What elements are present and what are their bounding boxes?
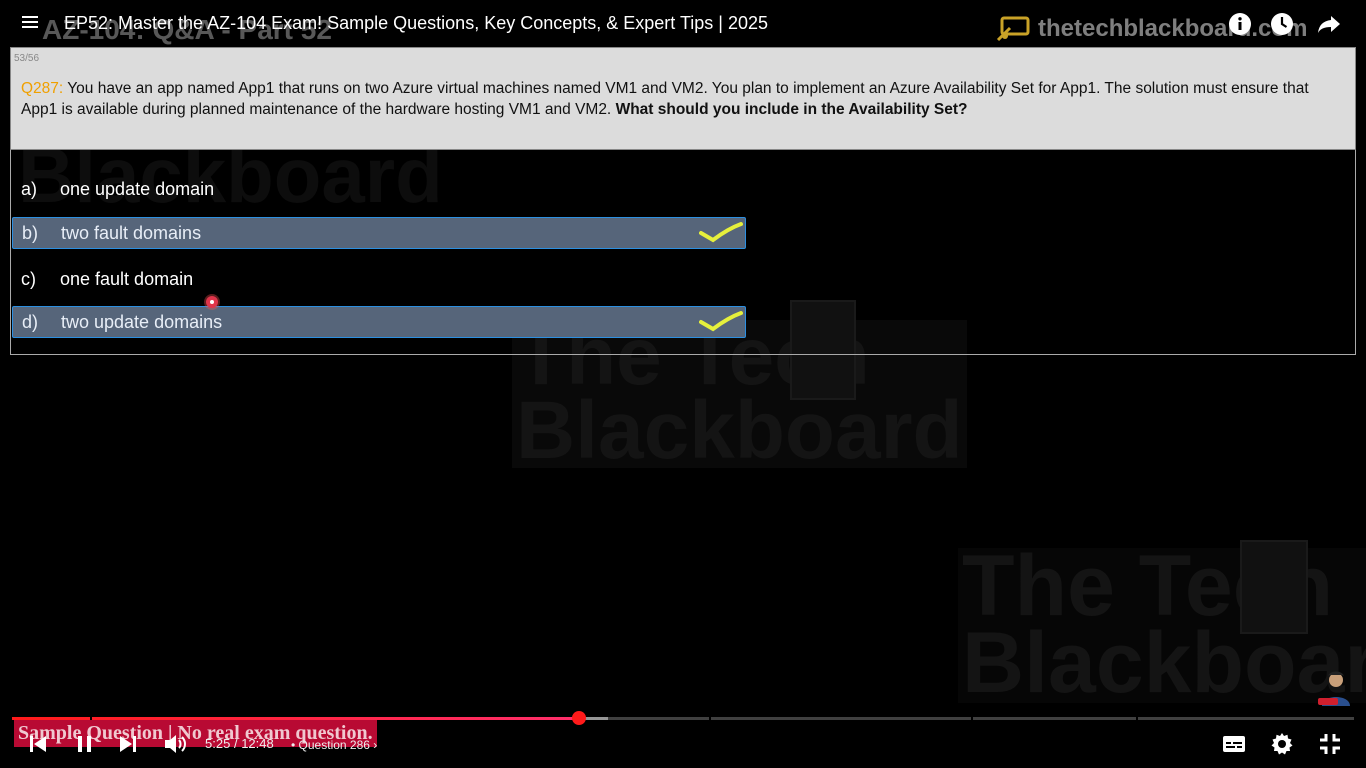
option-letter: d) bbox=[22, 311, 39, 332]
question-counter: 53/56 bbox=[14, 53, 40, 64]
question-number: Q287: bbox=[21, 80, 64, 97]
watermark-br-line2: Blackboard bbox=[962, 615, 1366, 712]
chapter-dot: • bbox=[291, 738, 296, 752]
option-text: two fault domains bbox=[61, 222, 202, 243]
info-icon[interactable] bbox=[1228, 12, 1252, 36]
chapter-text: Question 286 bbox=[298, 738, 370, 752]
video-title[interactable]: EP52: Master the AZ-104 Exam! Sample Que… bbox=[64, 13, 768, 34]
time-current: 5:25 bbox=[205, 736, 231, 751]
option-letter: a) bbox=[21, 178, 38, 199]
option-text: one fault domain bbox=[60, 268, 194, 289]
channel-avatar[interactable] bbox=[1318, 668, 1354, 706]
exit-fullscreen-icon[interactable] bbox=[1318, 732, 1342, 756]
gear-icon[interactable] bbox=[1270, 732, 1294, 756]
question-prompt: What should you include in the Availabil… bbox=[615, 101, 968, 118]
option-d[interactable]: d) two update domains bbox=[12, 306, 746, 338]
brand-logo: thetechblackboard.com bbox=[996, 14, 1307, 44]
option-c[interactable]: c) one fault domain bbox=[12, 263, 746, 295]
chapter-marker bbox=[709, 716, 711, 721]
time-total: 12:48 bbox=[241, 736, 274, 751]
chapter-marker bbox=[1136, 716, 1138, 721]
next-button[interactable] bbox=[118, 734, 138, 754]
blackboard-logo-icon bbox=[996, 16, 1030, 42]
option-text: one update domain bbox=[60, 178, 215, 199]
option-letter: b) bbox=[22, 222, 39, 243]
question-panel: 53/56 Q287: You have an app named App1 t… bbox=[10, 47, 1356, 150]
share-icon[interactable] bbox=[1317, 12, 1341, 36]
previous-button[interactable] bbox=[28, 734, 48, 754]
subtitles-icon[interactable] bbox=[1222, 734, 1246, 754]
brand-text: thetechblackboard.com bbox=[1038, 15, 1308, 42]
option-letter: c) bbox=[21, 268, 36, 289]
question-text: Q287: You have an app named App1 that ru… bbox=[21, 78, 1343, 120]
watermark-center-line2: Blackboard bbox=[516, 384, 963, 476]
option-b[interactable]: b) two fault domains bbox=[12, 217, 746, 249]
checkmark-icon bbox=[699, 222, 743, 243]
chevron-right-icon: › bbox=[373, 738, 378, 752]
option-a[interactable]: a) one update domain bbox=[12, 173, 746, 205]
checkmark-icon bbox=[699, 311, 743, 332]
chapter-marker bbox=[971, 716, 973, 721]
time-display: 5:25 / 12:48 bbox=[205, 736, 274, 751]
pause-button[interactable] bbox=[76, 734, 94, 754]
progress-scrubber[interactable] bbox=[571, 711, 586, 725]
chapter-title[interactable]: • Question 286 › bbox=[291, 738, 377, 752]
time-separator: / bbox=[233, 736, 238, 751]
clock-icon[interactable] bbox=[1270, 12, 1294, 36]
volume-icon[interactable] bbox=[163, 732, 189, 756]
menu-icon[interactable] bbox=[22, 16, 38, 30]
option-text: two update domains bbox=[61, 311, 223, 332]
mouse-cursor-indicator bbox=[206, 296, 218, 308]
watermark-bag-br bbox=[1240, 540, 1308, 634]
